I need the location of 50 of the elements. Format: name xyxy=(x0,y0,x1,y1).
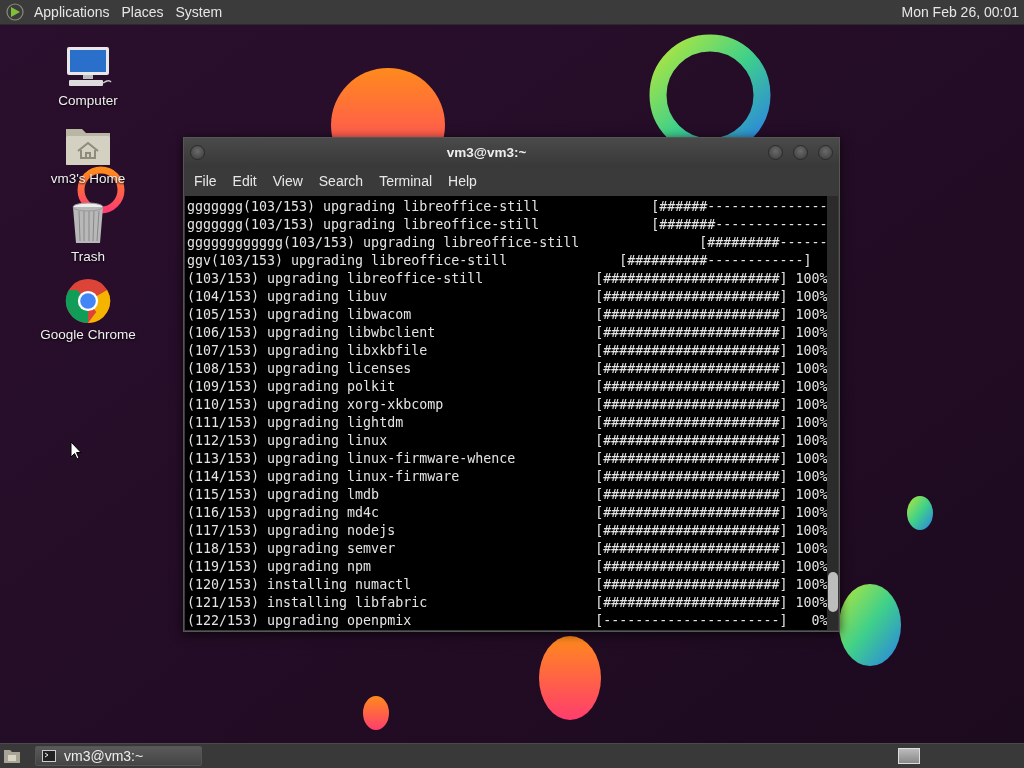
terminal-line: (115/153) upgrading lmdb [######################] 100% xyxy=(187,486,828,504)
browser-icon xyxy=(63,278,113,324)
menu-item[interactable]: Terminal xyxy=(373,173,441,189)
window-menu-button[interactable] xyxy=(190,144,205,160)
scrollbar[interactable] xyxy=(827,196,838,630)
show-desktop-icon[interactable] xyxy=(2,747,22,765)
terminal-line: (117/153) upgrading nodejs [######################] 100% xyxy=(187,522,828,540)
terminal-line: (103/153) upgrading libreoffice-still [######################] 100% xyxy=(187,270,828,288)
menu-item[interactable]: Edit xyxy=(226,173,265,189)
terminal-line: (119/153) upgrading npm [######################] 100% xyxy=(187,558,828,576)
panel-menu[interactable]: Applications xyxy=(30,4,118,20)
terminal-line: (109/153) upgrading polkit [######################] 100% xyxy=(187,378,828,396)
panel-menu[interactable]: Places xyxy=(117,4,172,20)
workspace-switcher[interactable] xyxy=(898,748,920,764)
minimize-button[interactable] xyxy=(768,144,783,160)
terminal-line: (106/153) upgrading libwbclient [######################] 100% xyxy=(187,324,828,342)
terminal-line: gggggggggggg(103/153) upgrading libreoffice-still [#########------ xyxy=(187,234,828,252)
close-button[interactable] xyxy=(818,144,833,160)
panel-menu[interactable]: System xyxy=(171,4,231,20)
taskbar-button[interactable]: vm3@vm3:~ xyxy=(35,746,202,766)
terminal-line: (121/153) installing libfabric [######################] 100% xyxy=(187,594,828,612)
mouse-pointer-icon xyxy=(70,441,82,460)
menu-item[interactable]: View xyxy=(266,173,311,189)
desktop-icon-label[interactable]: Google Chrome xyxy=(40,327,136,342)
terminal-line: (110/153) upgrading xorg-xkbcomp [######################] 100% xyxy=(187,396,828,414)
terminal-line: (122/153) upgrading openpmix [----------------------] 0% xyxy=(187,612,828,630)
terminal-icon xyxy=(42,750,56,762)
desktop-icon-label[interactable]: Trash xyxy=(71,249,105,264)
terminal-line: ggggggg(103/153) upgrading libreoffice-still [######--------------- xyxy=(187,198,828,216)
menu-item[interactable]: Help xyxy=(442,173,485,189)
terminal-line: ggggggg(103/153) upgrading libreoffice-still [#######-------------- xyxy=(187,216,828,234)
terminal-line: (114/153) upgrading linux-firmware [######################] 100% xyxy=(187,468,828,486)
menu-item[interactable]: Search xyxy=(312,173,372,189)
terminal-line: (116/153) upgrading md4c [######################] 100% xyxy=(187,504,828,522)
menu-logo-icon[interactable] xyxy=(6,3,24,21)
terminal-line: (112/153) upgrading linux [######################] 100% xyxy=(187,432,828,450)
clock[interactable]: Mon Feb 26, 00:01 xyxy=(901,4,1024,20)
terminal-line: (111/153) upgrading lightdm [######################] 100% xyxy=(187,414,828,432)
window-title: vm3@vm3:~ xyxy=(445,144,528,160)
terminal-line: ggv(103/153) upgrading libreoffice-still [##########------------] xyxy=(187,252,813,270)
terminal-line: (113/153) upgrading linux-firmware-whence [######################] 100% xyxy=(187,450,828,468)
menu-item[interactable]: File xyxy=(188,173,225,189)
terminal-line: (107/153) upgrading libxkbfile [######################] 100% xyxy=(187,342,828,360)
terminal-line: (118/153) upgrading semver [######################] 100% xyxy=(187,540,828,558)
terminal-line: (108/153) upgrading licenses [######################] 100% xyxy=(187,360,828,378)
terminal-line: (105/153) upgrading libwacom [######################] 100% xyxy=(187,306,828,324)
desktop-icon-label[interactable]: Computer xyxy=(58,93,118,108)
terminal-line: (104/153) upgrading libuv [######################] 100% xyxy=(187,288,828,306)
maximize-button[interactable] xyxy=(793,144,808,160)
terminal-line: (120/153) installing numactl [######################] 100% xyxy=(187,576,828,594)
